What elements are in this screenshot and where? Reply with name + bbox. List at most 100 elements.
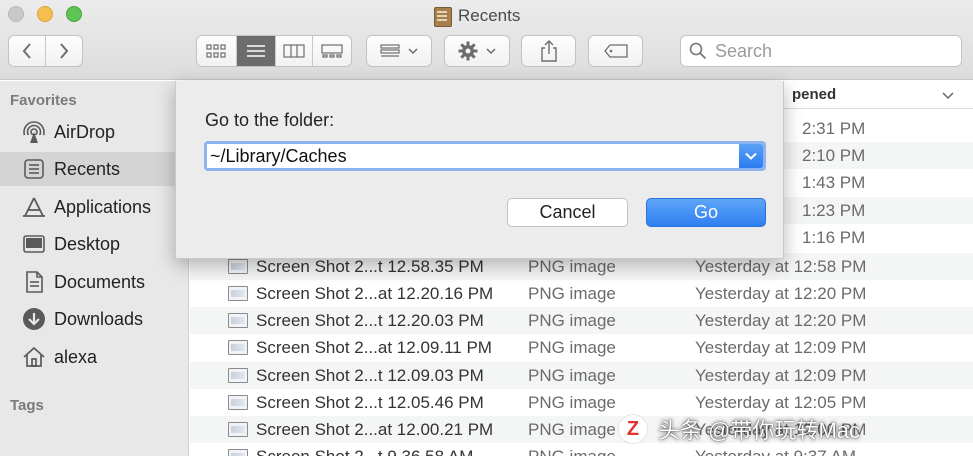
watermark-badge: Z xyxy=(618,414,648,444)
date-opened-cell: Yesterday at 12:20 PM xyxy=(695,310,867,330)
search-field[interactable] xyxy=(680,35,962,67)
date-opened-cell: 2:31 PM xyxy=(802,118,866,138)
chevron-right-icon xyxy=(59,43,69,59)
applications-icon xyxy=(22,195,46,219)
columns-icon xyxy=(283,44,305,58)
sidebar: Favorites AirDrop Recents Applications D… xyxy=(0,81,189,456)
chevron-down-icon[interactable] xyxy=(942,91,954,101)
png-file-icon xyxy=(228,286,248,301)
cancel-button[interactable]: Cancel xyxy=(507,198,628,227)
search-input[interactable] xyxy=(715,40,935,62)
title-bar: Recents xyxy=(0,0,973,80)
sidebar-item-airdrop[interactable]: AirDrop xyxy=(0,115,189,149)
date-opened-column-header[interactable]: pened xyxy=(792,86,836,103)
png-file-icon xyxy=(228,422,248,437)
sidebar-item-recents[interactable]: Recents xyxy=(0,152,189,186)
table-row[interactable]: Screen Shot 2...t 12.09.03 PM PNG image … xyxy=(190,362,973,389)
file-kind-cell: PNG image xyxy=(528,446,616,456)
group-by-button[interactable] xyxy=(366,35,432,67)
documents-icon xyxy=(22,270,46,294)
magnifier-icon xyxy=(689,42,707,60)
chevron-down-icon xyxy=(486,48,496,55)
date-opened-cell: 1:16 PM xyxy=(802,227,866,247)
share-icon xyxy=(540,40,557,62)
edit-tags-button[interactable] xyxy=(588,35,643,67)
downloads-icon xyxy=(22,307,46,331)
close-window-button[interactable] xyxy=(8,6,24,22)
png-file-icon xyxy=(228,340,248,355)
gallery-icon xyxy=(321,44,343,58)
sidebar-item-desktop[interactable]: Desktop xyxy=(0,227,189,261)
sidebar-item-label: Downloads xyxy=(54,308,144,329)
group-icon xyxy=(380,44,400,57)
sidebar-item-home[interactable]: alexa xyxy=(0,340,189,374)
date-opened-cell: Yesterday at 12:58 PM xyxy=(695,256,867,276)
back-button[interactable] xyxy=(9,36,46,66)
gear-icon xyxy=(458,41,478,61)
sidebar-item-label: Recents xyxy=(54,158,121,179)
date-opened-cell: 1:43 PM xyxy=(802,172,866,192)
sidebar-item-applications[interactable]: Applications xyxy=(0,190,189,224)
file-kind-cell: PNG image xyxy=(528,392,616,412)
folder-path-combobox[interactable] xyxy=(204,141,766,171)
zoom-window-button[interactable] xyxy=(66,6,82,22)
window-title: Recents xyxy=(432,5,520,27)
sidebar-item-label: AirDrop xyxy=(54,121,116,142)
table-row[interactable]: Screen Shot 2...at 12.09.11 PM PNG image… xyxy=(190,334,973,361)
table-row[interactable]: Screen Shot 2...at 12.20.16 PM PNG image… xyxy=(190,280,973,307)
favorites-heading: Favorites xyxy=(10,92,77,109)
action-button[interactable] xyxy=(444,35,510,67)
recents-folder-icon xyxy=(432,6,452,27)
file-kind-cell: PNG image xyxy=(528,310,616,330)
share-button[interactable] xyxy=(521,35,576,67)
view-mode-control xyxy=(196,35,352,67)
back-forward-group xyxy=(8,35,83,67)
go-button[interactable]: Go xyxy=(646,198,766,227)
sidebar-item-downloads[interactable]: Downloads xyxy=(0,302,189,336)
airdrop-icon xyxy=(22,120,46,144)
file-name-cell: Screen Shot 2...t 12.09.03 PM xyxy=(256,365,484,385)
file-name-cell: Screen Shot 2...t 12.20.03 PM xyxy=(256,310,484,330)
watermark: Z 头条 @带你玩转Mac xyxy=(618,410,860,448)
path-history-dropdown-button[interactable] xyxy=(739,144,763,168)
file-kind-cell: PNG image xyxy=(528,365,616,385)
png-file-icon xyxy=(228,449,248,456)
file-kind-cell: PNG image xyxy=(528,419,616,439)
view-columns-button[interactable] xyxy=(276,36,314,66)
table-row[interactable]: Screen Shot 2...t 12.20.03 PM PNG image … xyxy=(190,307,973,334)
sidebar-item-label: Applications xyxy=(54,196,152,217)
file-name-cell: Screen Shot 2...at 12.20.16 PM xyxy=(256,283,494,303)
tag-icon xyxy=(603,44,628,58)
sidebar-item-label: alexa xyxy=(54,346,98,367)
file-name-cell: Screen Shot 2...at 12.09.11 PM xyxy=(256,337,492,357)
tags-heading: Tags xyxy=(10,397,44,414)
view-list-button[interactable] xyxy=(236,36,276,66)
grid-icon xyxy=(206,44,226,58)
minimize-window-button[interactable] xyxy=(37,6,53,22)
sidebar-item-label: Documents xyxy=(54,271,146,292)
sidebar-item-label: Desktop xyxy=(54,233,121,254)
chevron-left-icon xyxy=(22,43,31,59)
go-to-folder-sheet: Go to the folder: Cancel Go xyxy=(175,81,784,259)
view-gallery-button[interactable] xyxy=(313,36,351,66)
sidebar-item-documents[interactable]: Documents xyxy=(0,265,189,299)
go-to-folder-label: Go to the folder: xyxy=(205,110,335,130)
watermark-text: 头条 @带你玩转Mac xyxy=(658,418,861,443)
recents-icon xyxy=(22,157,46,181)
list-icon xyxy=(246,45,265,57)
file-name-cell: Screen Shot 2...t 12.05.46 PM xyxy=(256,392,484,412)
file-name-cell: Screen Shot 2...t 12.58.35 PM xyxy=(256,256,484,276)
file-kind-cell: PNG image xyxy=(528,283,616,303)
window-title-label: Recents xyxy=(458,6,521,25)
png-file-icon xyxy=(228,395,248,410)
view-icons-button[interactable] xyxy=(197,36,237,66)
file-kind-cell: PNG image xyxy=(528,337,616,357)
folder-path-input[interactable] xyxy=(207,144,739,168)
png-file-icon xyxy=(228,259,248,274)
date-opened-cell: Yesterday at 12:20 PM xyxy=(695,283,867,303)
chevron-down-icon xyxy=(408,48,418,55)
date-opened-cell: Yesterday at 12:09 PM xyxy=(695,337,867,357)
forward-button[interactable] xyxy=(46,36,83,66)
desktop-icon xyxy=(22,232,46,256)
home-icon xyxy=(22,345,46,369)
